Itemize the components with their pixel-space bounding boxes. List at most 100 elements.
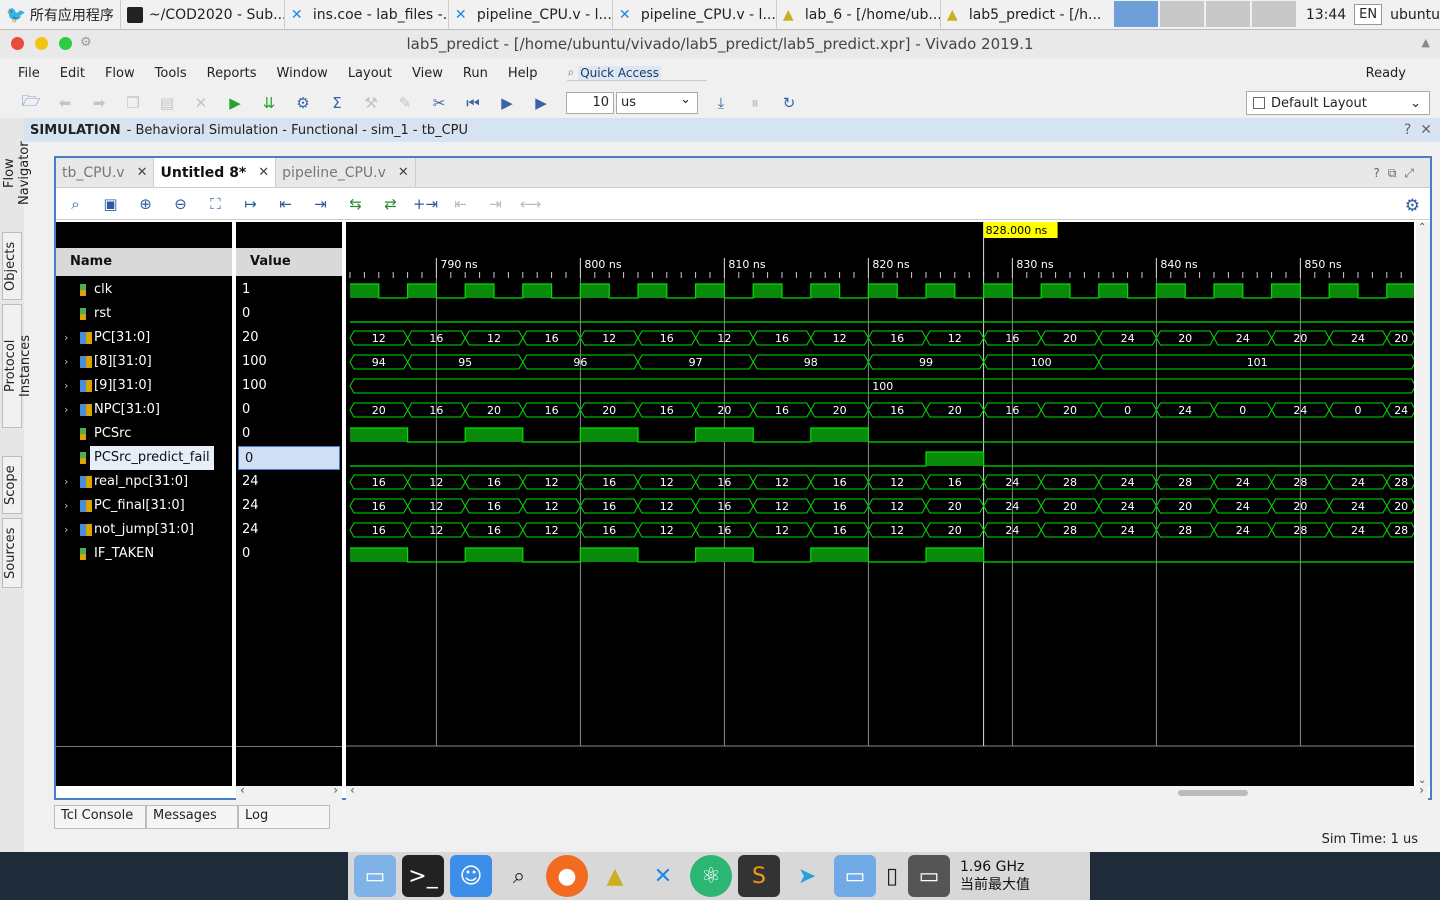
- sigma-icon[interactable]: Σ: [320, 91, 354, 115]
- close-icon[interactable]: ✕: [1420, 122, 1432, 138]
- layout-select[interactable]: Default Layout ⌄: [1246, 91, 1430, 115]
- go-to-time-zero-icon[interactable]: ⇤: [268, 192, 303, 216]
- paste-icon[interactable]: ▤: [150, 91, 184, 115]
- vivado-icon[interactable]: ▲: [594, 855, 636, 897]
- window-menu-icon[interactable]: ▲: [1422, 36, 1430, 49]
- add-marker-icon[interactable]: +⇥: [408, 192, 443, 216]
- menu-edit[interactable]: Edit: [50, 66, 95, 81]
- workspace-switcher[interactable]: [1113, 0, 1296, 29]
- zoom-fit-icon[interactable]: ⛶: [198, 192, 233, 216]
- panel-window-controls[interactable]: ?⧉⤢: [1373, 166, 1422, 181]
- open-folder-icon[interactable]: 🗁: [14, 91, 48, 115]
- run-all-icon[interactable]: ▶: [490, 91, 524, 115]
- scroll-right-arrow-icon[interactable]: ›: [1419, 783, 1424, 797]
- tool-icon[interactable]: ⚒: [354, 91, 388, 115]
- previous-marker-icon[interactable]: ⇤: [443, 192, 478, 216]
- sublime-icon[interactable]: S: [738, 855, 780, 897]
- expand-chevron-icon[interactable]: ›: [64, 518, 68, 542]
- undo-icon[interactable]: ⬅: [48, 91, 82, 115]
- signal-value[interactable]: 100: [236, 374, 342, 398]
- zoom-out-icon[interactable]: ⊖: [163, 192, 198, 216]
- previous-transition-icon[interactable]: ⇆: [338, 192, 373, 216]
- menu-reports[interactable]: Reports: [197, 66, 267, 81]
- expand-chevron-icon[interactable]: ›: [64, 398, 68, 422]
- signal-row[interactable]: › NPC[31:0]: [56, 398, 232, 422]
- scroll-left-arrow-icon[interactable]: ‹: [350, 783, 355, 797]
- task-vivado-lab5[interactable]: ▲ lab5_predict - [/h...: [939, 0, 1104, 30]
- menu-run[interactable]: Run: [453, 66, 498, 81]
- search-icon[interactable]: ⌕: [498, 855, 540, 897]
- value-column-header[interactable]: Value: [236, 248, 342, 276]
- expand-chevron-icon[interactable]: ›: [64, 326, 68, 350]
- workspace-1[interactable]: [1113, 0, 1158, 27]
- atom-icon[interactable]: ⚛: [690, 855, 732, 897]
- run-time-unit-select[interactable]: us: [616, 90, 698, 114]
- finder-icon[interactable]: ☺: [450, 855, 492, 897]
- scroll-up-arrow-icon[interactable]: ⌃: [1418, 222, 1426, 233]
- waveform-settings-icon[interactable]: ⚙: [1405, 196, 1420, 216]
- minimize-window-button[interactable]: [35, 37, 48, 50]
- tab-objects[interactable]: Objects: [2, 232, 22, 300]
- vscode-icon[interactable]: ✕: [642, 855, 684, 897]
- firefox-icon[interactable]: ●: [546, 855, 588, 897]
- signal-row[interactable]: rst: [56, 302, 232, 326]
- signal-row[interactable]: › PC[31:0]: [56, 326, 232, 350]
- scroll-thumb[interactable]: [1178, 790, 1248, 796]
- run-time-input[interactable]: 10: [566, 92, 614, 114]
- signal-value[interactable]: 0: [236, 302, 342, 326]
- signal-value[interactable]: 0: [236, 542, 342, 566]
- quick-access-search[interactable]: ⌕ Quick Access: [567, 65, 708, 81]
- signal-value[interactable]: 24: [236, 494, 342, 518]
- settings-icon[interactable]: ⚙: [286, 91, 320, 115]
- edit-icon[interactable]: ✎: [388, 91, 422, 115]
- menu-flow[interactable]: Flow: [95, 66, 145, 81]
- scroll-left-arrow-icon[interactable]: ‹: [240, 783, 245, 797]
- files-icon[interactable]: ▭: [354, 855, 396, 897]
- terminal-icon[interactable]: >_: [402, 855, 444, 897]
- menu-file[interactable]: File: [8, 66, 50, 81]
- start-menu-button[interactable]: 🐦 所有应用程序: [0, 0, 120, 30]
- workspace-4[interactable]: [1251, 0, 1296, 27]
- signal-value[interactable]: 0: [238, 446, 340, 470]
- pause-icon[interactable]: ⏸: [738, 91, 772, 115]
- run-for-icon[interactable]: ▶: [524, 91, 558, 115]
- restart-icon[interactable]: ⏮: [456, 91, 490, 115]
- signal-row[interactable]: PCSrc: [56, 422, 232, 446]
- signal-value[interactable]: 1: [236, 278, 342, 302]
- folder-icon[interactable]: ▭: [834, 855, 876, 897]
- task-vscode-3[interactable]: ✕ pipeline_CPU.v - l...: [611, 0, 776, 30]
- run-icon[interactable]: ▶: [218, 91, 252, 115]
- scroll-right-arrow-icon[interactable]: ›: [333, 783, 338, 797]
- expand-chevron-icon[interactable]: ›: [64, 494, 68, 518]
- close-tab-icon[interactable]: ✕: [137, 165, 148, 180]
- waveform-canvas[interactable]: 790 ns 800 ns 810 ns 820 ns 830 ns 840 ns 850 …: [346, 222, 1414, 786]
- signal-row[interactable]: clk: [56, 278, 232, 302]
- task-vivado-lab6[interactable]: ▲ lab_6 - [/home/ub...: [775, 0, 940, 30]
- search-icon[interactable]: ⌕: [58, 192, 93, 216]
- system-monitor-icon[interactable]: ▭: [908, 855, 950, 897]
- step-icon[interactable]: ⤓: [704, 91, 738, 115]
- signal-value[interactable]: 100: [236, 350, 342, 374]
- signal-row[interactable]: › real_npc[31:0]: [56, 470, 232, 494]
- help-icon[interactable]: ?: [1404, 122, 1411, 138]
- menu-window[interactable]: Window: [267, 66, 338, 81]
- expand-chevron-icon[interactable]: ›: [64, 350, 68, 374]
- signal-row[interactable]: › not_jump[31:0]: [56, 518, 232, 542]
- signal-value[interactable]: 20: [236, 326, 342, 350]
- tab-log[interactable]: Log: [238, 805, 330, 829]
- next-marker-icon[interactable]: ⇥: [478, 192, 513, 216]
- task-vscode-2[interactable]: ✕ pipeline_CPU.v - l...: [447, 0, 612, 30]
- maximize-window-button[interactable]: [59, 37, 72, 50]
- user-name[interactable]: ubuntu: [1390, 7, 1440, 23]
- task-sublime[interactable]: ~/COD2020 - Sub...: [119, 0, 284, 30]
- signal-row[interactable]: › [8][31:0]: [56, 350, 232, 374]
- cut-icon[interactable]: ✂: [422, 91, 456, 115]
- relaunch-icon[interactable]: ↻: [772, 91, 806, 115]
- close-tab-icon[interactable]: ✕: [258, 165, 269, 180]
- signal-row[interactable]: › [9][31:0]: [56, 374, 232, 398]
- go-to-cursor-icon[interactable]: ↦: [233, 192, 268, 216]
- go-to-last-time-icon[interactable]: ⇥: [303, 192, 338, 216]
- menu-layout[interactable]: Layout: [338, 66, 402, 81]
- workspace-2[interactable]: [1159, 0, 1204, 27]
- expand-chevron-icon[interactable]: ›: [64, 374, 68, 398]
